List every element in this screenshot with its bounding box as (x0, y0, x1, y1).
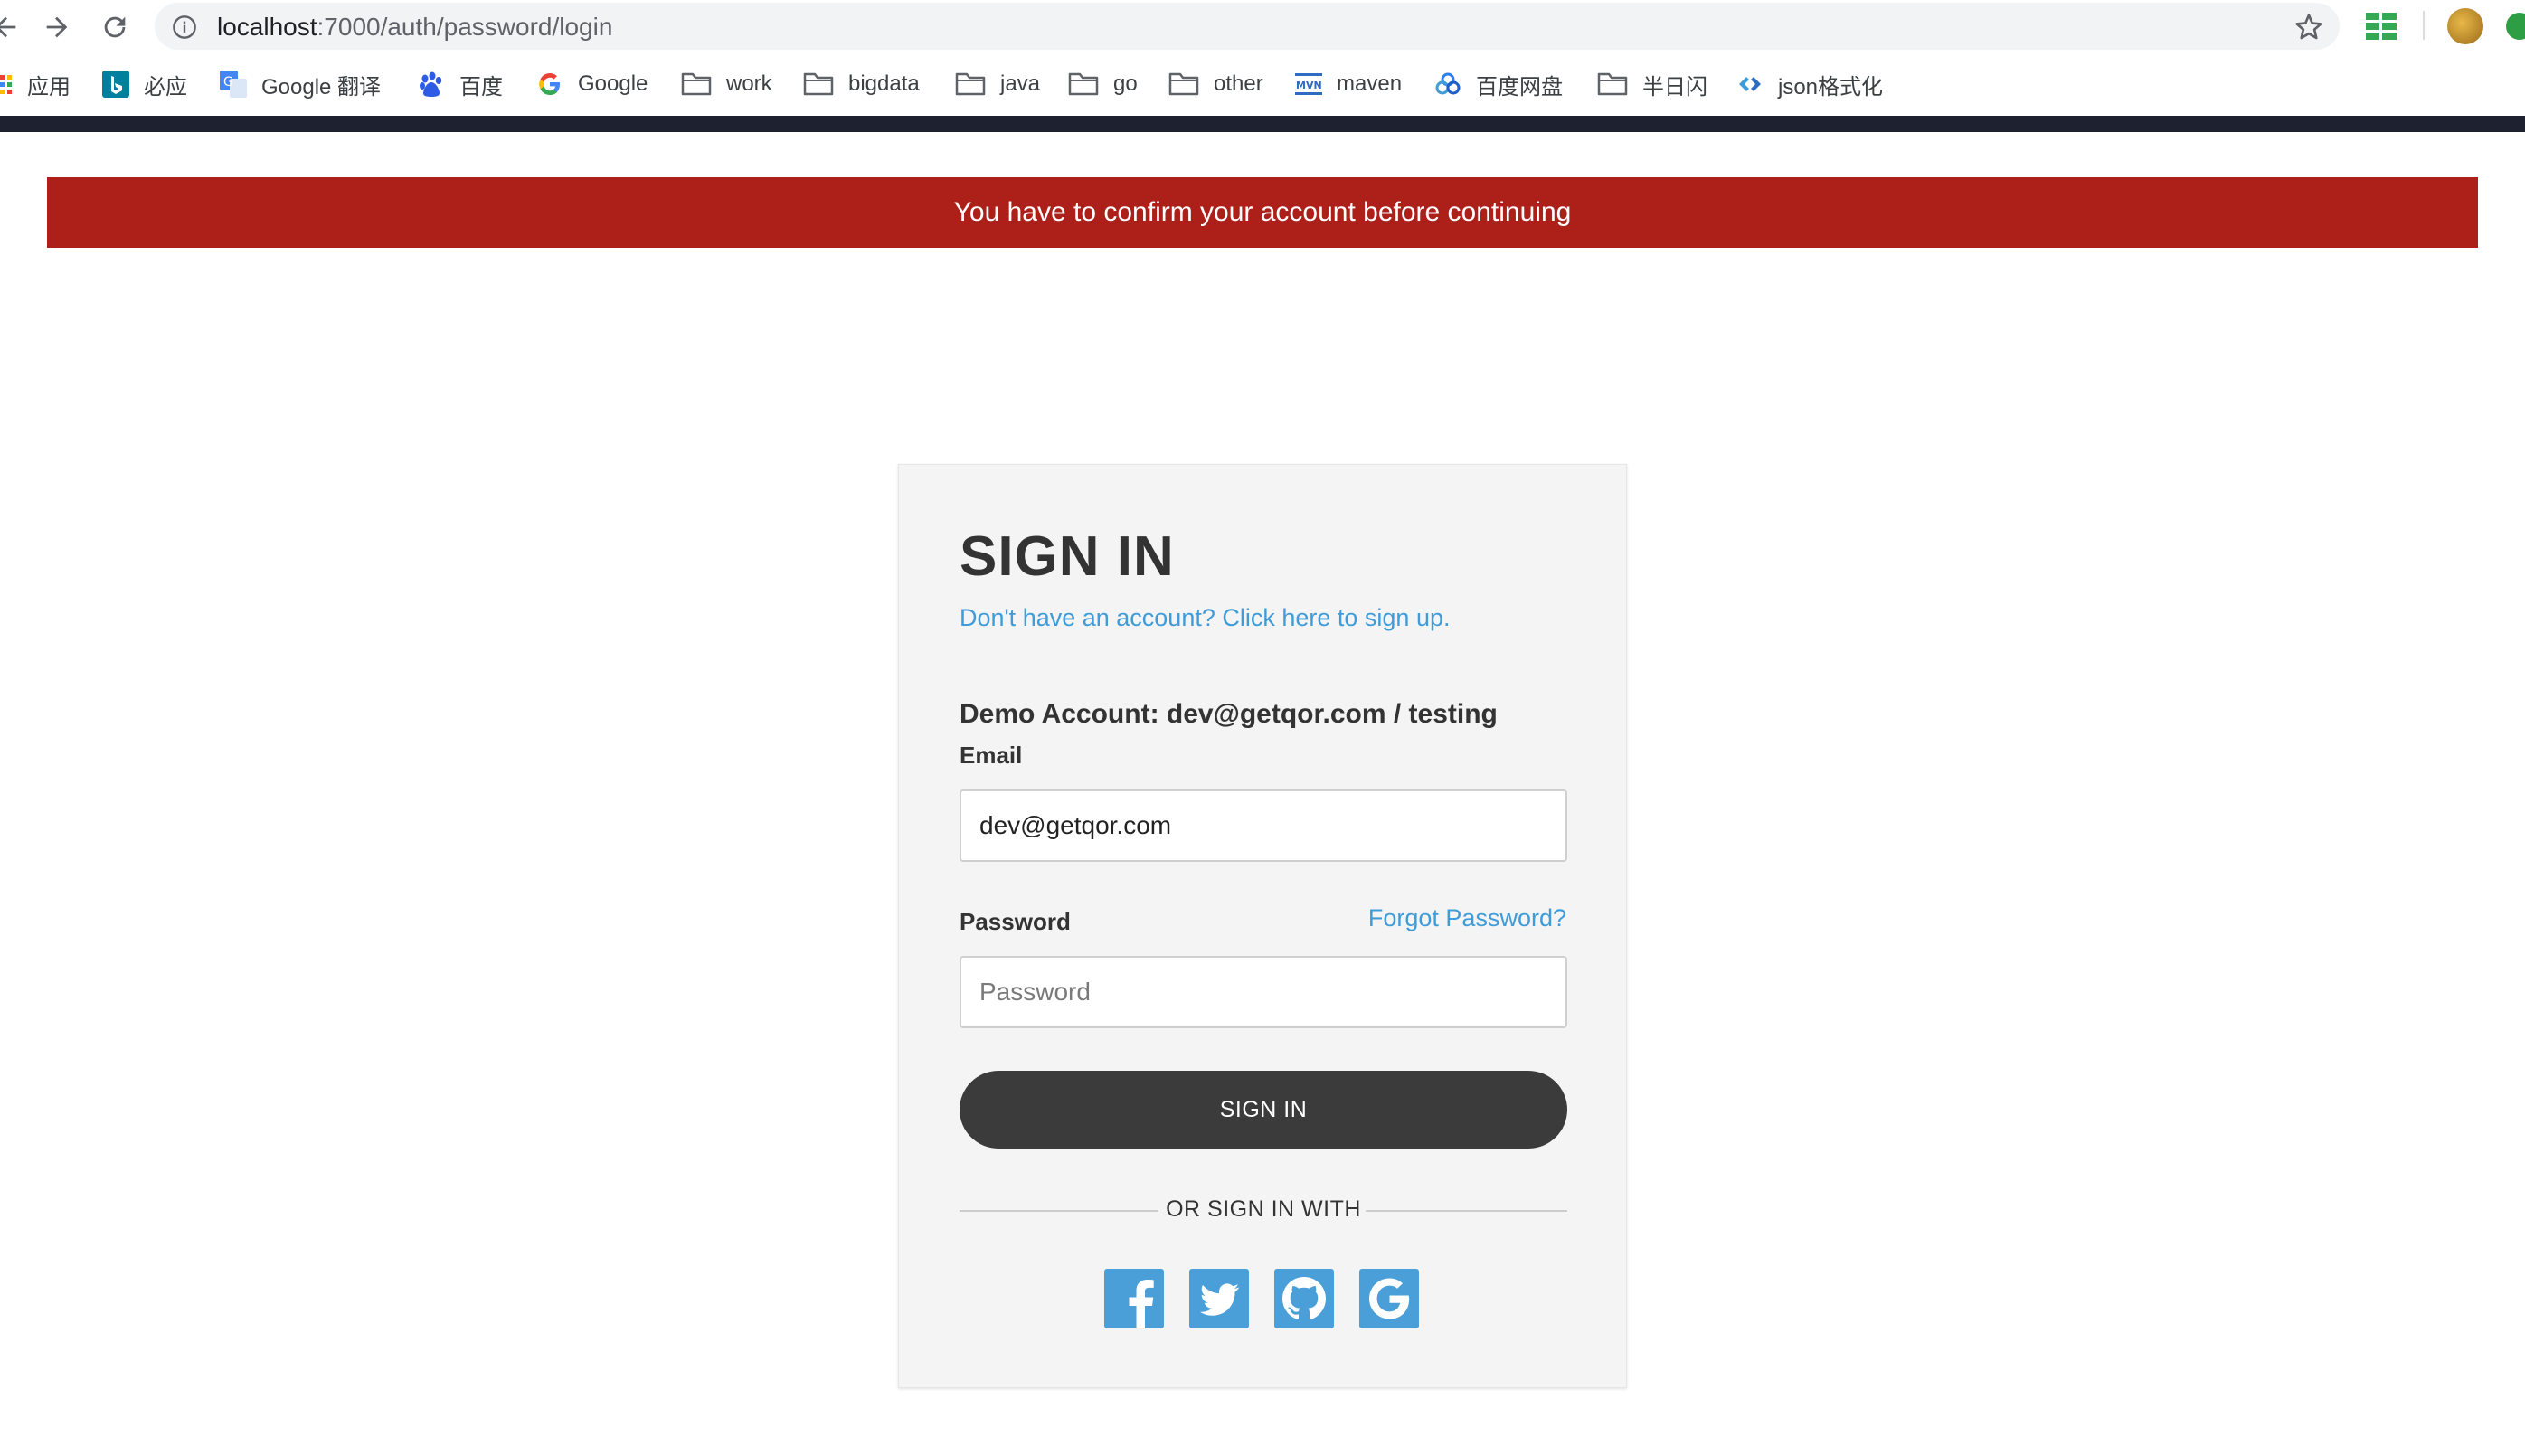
bookmark-maven[interactable]: MVN maven (1295, 61, 1402, 107)
bookmarks-bar: 应用 必应 G Google 翻译 百度 Google work bigdata… (0, 61, 2525, 107)
info-icon[interactable] (172, 14, 197, 40)
folder-icon (1068, 72, 1099, 96)
bookmark-label: json格式化 (1778, 74, 1884, 99)
svg-text:G: G (223, 75, 233, 90)
bookmark-bing[interactable]: 必应 (102, 61, 187, 107)
bookmark-label: 百度网盘 (1476, 74, 1563, 99)
arrow-right-icon (46, 16, 68, 38)
forgot-password-link[interactable]: Forgot Password? (1368, 904, 1566, 932)
bookmark-label: other (1214, 71, 1263, 96)
bookmark-folder-bigdata[interactable]: bigdata (803, 61, 920, 107)
email-field[interactable] (960, 789, 1567, 862)
facebook-login-button[interactable] (1104, 1269, 1164, 1328)
folder-icon (803, 72, 834, 96)
password-field[interactable] (960, 956, 1567, 1028)
bookmark-google[interactable]: Google (536, 61, 648, 107)
google-login-button[interactable] (1359, 1269, 1419, 1328)
bing-icon (102, 71, 129, 98)
baidu-paw-icon (420, 71, 442, 97)
json-icon (1739, 77, 1761, 91)
bookmark-json[interactable]: json格式化 (1736, 61, 1883, 107)
reload-icon (104, 16, 126, 38)
extension-icon[interactable] (2506, 13, 2525, 40)
url-path: :7000/auth/password/login (317, 13, 613, 41)
page-title: SIGN IN (960, 525, 1175, 588)
github-login-button[interactable] (1274, 1269, 1334, 1328)
divider-line (1366, 1210, 1567, 1212)
folder-icon (1168, 72, 1199, 96)
bookmark-star-icon[interactable] (2294, 13, 2323, 42)
password-label: Password (960, 908, 1071, 935)
address-bar[interactable]: localhost:7000/auth/password/login (155, 3, 2340, 50)
bookmark-google-translate[interactable]: G Google 翻译 (220, 61, 381, 107)
bookmark-label: Google (578, 71, 648, 96)
google-g-icon (539, 73, 560, 95)
profile-avatar[interactable] (2447, 8, 2483, 44)
bookmark-label: 应用 (27, 74, 71, 99)
bookmark-label: Google 翻译 (261, 74, 382, 99)
bookmark-folder-java[interactable]: java (955, 61, 1040, 107)
email-label: Email (960, 742, 1023, 769)
github-icon (1274, 1269, 1334, 1328)
bookmark-folder-other[interactable]: other (1168, 61, 1263, 107)
bookmark-folder-banrishan[interactable]: 半日闪 (1597, 61, 1707, 107)
bookmark-label: bigdata (848, 71, 920, 96)
bookmark-label: 必应 (144, 74, 187, 99)
url-text: localhost:7000/auth/password/login (217, 14, 612, 41)
bookmark-label: 百度 (459, 74, 503, 99)
folder-icon (681, 72, 712, 96)
browser-toolbar: localhost:7000/auth/password/login (0, 0, 2525, 52)
bookmark-baidu-pan[interactable]: 百度网盘 (1434, 61, 1563, 107)
alert-banner: You have to confirm your account before … (47, 177, 2478, 248)
sheets-extension-icon[interactable] (2366, 13, 2397, 40)
twitter-login-button[interactable] (1189, 1269, 1249, 1328)
arrow-left-icon (0, 16, 16, 38)
alert-message: You have to confirm your account before … (953, 197, 1572, 227)
folder-icon (1597, 72, 1628, 96)
bookmark-label: java (1000, 71, 1041, 96)
back-button[interactable] (0, 9, 24, 45)
forward-button[interactable] (39, 9, 75, 45)
signup-link[interactable]: Don't have an account? Click here to sig… (960, 604, 1450, 632)
bookmark-label: work (726, 71, 772, 96)
bookmark-baidu[interactable]: 百度 (418, 61, 503, 107)
maven-icon: MVN (1295, 73, 1322, 95)
bookmark-label: 半日闪 (1642, 74, 1707, 99)
twitter-icon (1189, 1269, 1249, 1328)
url-host: localhost (217, 13, 317, 41)
baidu-pan-icon (1435, 72, 1461, 95)
site-header-strip (0, 116, 2525, 132)
apps-grid-icon (0, 75, 12, 94)
signin-card: SIGN IN Don't have an account? Click her… (898, 464, 1627, 1388)
toolbar-separator (2423, 11, 2425, 40)
google-icon (1359, 1269, 1419, 1328)
bookmark-folder-go[interactable]: go (1068, 61, 1138, 107)
bookmark-label: maven (1337, 71, 1403, 96)
bookmark-apps[interactable]: 应用 (0, 61, 71, 107)
signin-button[interactable]: SIGN IN (960, 1071, 1567, 1149)
reload-button[interactable] (97, 9, 133, 45)
demo-account-text: Demo Account: dev@getqor.com / testing (960, 699, 1498, 729)
google-translate-icon: G (220, 71, 247, 98)
svg-text:MVN: MVN (1296, 80, 1322, 91)
bookmark-folder-work[interactable]: work (681, 61, 772, 107)
folder-icon (955, 72, 986, 96)
bookmark-label: go (1113, 71, 1138, 96)
facebook-icon (1104, 1269, 1164, 1328)
